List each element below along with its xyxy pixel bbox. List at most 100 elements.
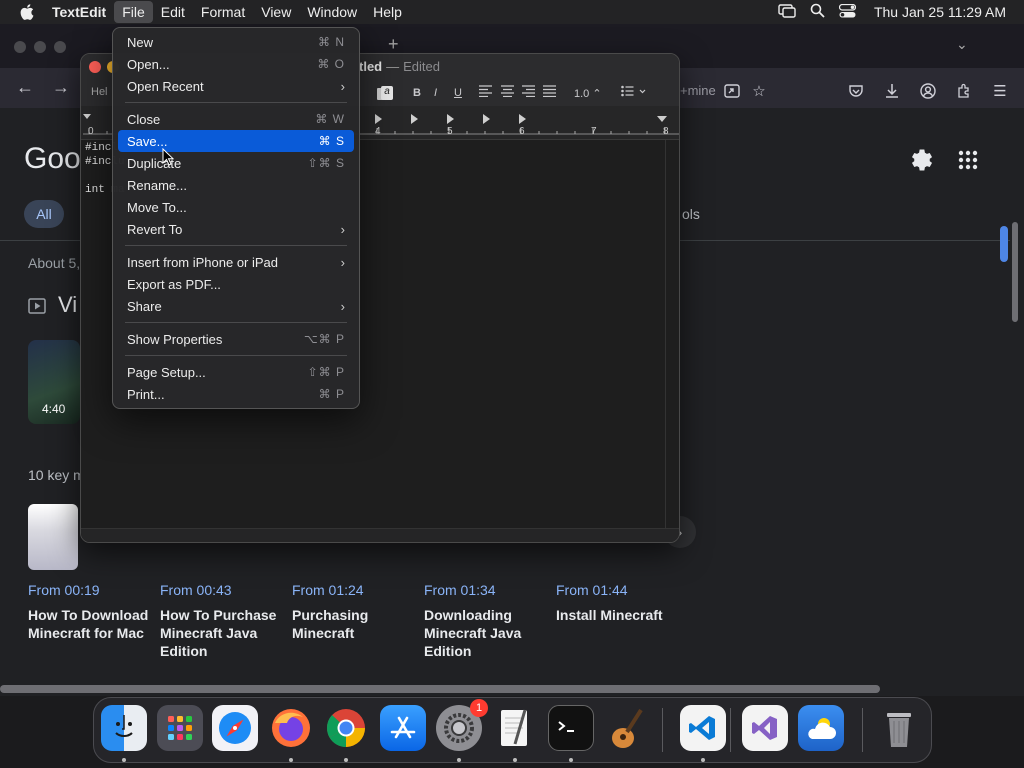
terminal-icon[interactable] bbox=[548, 705, 594, 751]
tab-list-chevron-icon[interactable]: ⌄ bbox=[956, 36, 968, 53]
vertical-scrollbar[interactable] bbox=[1012, 222, 1018, 322]
menu-item-insert-from-iphone[interactable]: Insert from iPhone or iPad › bbox=[118, 251, 354, 273]
menu-window[interactable]: Window bbox=[299, 1, 365, 23]
finder-icon[interactable] bbox=[101, 705, 147, 751]
menu-item-print[interactable]: Print... ⌘ P bbox=[118, 383, 354, 405]
menu-item-label: Revert To bbox=[127, 221, 183, 237]
horizontal-scrollbar[interactable] bbox=[0, 685, 880, 693]
launchpad-icon[interactable] bbox=[157, 705, 203, 751]
key-moment-item[interactable]: From 00:19 How To Download Minecraft for… bbox=[28, 582, 153, 642]
system-settings-icon[interactable]: 1 bbox=[436, 699, 488, 751]
menu-item-show-properties[interactable]: Show Properties ⌥⌘ P bbox=[118, 328, 354, 350]
menu-file[interactable]: File bbox=[114, 1, 153, 23]
font-family-popup[interactable]: Hel bbox=[91, 86, 108, 98]
screen-mirroring-icon[interactable] bbox=[778, 3, 796, 21]
vscode-icon[interactable] bbox=[680, 705, 726, 751]
menu-hamburger-icon[interactable]: ☰ bbox=[988, 79, 1012, 103]
tools-button[interactable]: ols bbox=[682, 206, 700, 222]
menu-view[interactable]: View bbox=[253, 1, 299, 23]
menu-item-shortcut: ⌘ N bbox=[318, 35, 345, 49]
submenu-chevron-icon: › bbox=[340, 254, 345, 270]
menu-item-move-to[interactable]: Move To... bbox=[118, 196, 354, 218]
menu-item-share[interactable]: Share › bbox=[118, 295, 354, 317]
key-moment-time: From 01:34 bbox=[424, 582, 496, 598]
align-center-icon[interactable] bbox=[501, 85, 514, 100]
bookmark-star-icon[interactable]: ☆ bbox=[747, 79, 771, 103]
key-moment-time: From 00:43 bbox=[160, 582, 232, 598]
textedit-icon[interactable] bbox=[492, 705, 538, 751]
control-center-icon[interactable] bbox=[838, 3, 857, 21]
align-right-icon[interactable] bbox=[522, 85, 535, 100]
align-left-icon[interactable] bbox=[479, 85, 492, 100]
safari-icon[interactable] bbox=[212, 705, 258, 751]
tab-stop-marker[interactable] bbox=[519, 114, 526, 124]
menu-item-rename[interactable]: Rename... bbox=[118, 174, 354, 196]
menu-item-save[interactable]: Save... ⌘ S bbox=[118, 130, 354, 152]
highlight-color-icon[interactable]: a bbox=[381, 86, 393, 100]
browser-close-button[interactable] bbox=[14, 41, 26, 53]
key-moment-item[interactable]: From 01:34 Downloading Minecraft Java Ed… bbox=[424, 582, 549, 660]
forward-arrow-icon[interactable]: → bbox=[52, 77, 70, 98]
menubar-clock[interactable]: Thu Jan 25 11:29 AM bbox=[874, 4, 1006, 20]
underline-button[interactable]: U bbox=[454, 87, 462, 99]
menu-help[interactable]: Help bbox=[365, 1, 410, 23]
chrome-icon[interactable] bbox=[323, 705, 369, 751]
menu-edit[interactable]: Edit bbox=[153, 1, 193, 23]
menu-item-open-recent[interactable]: Open Recent › bbox=[118, 75, 354, 97]
dock-separator bbox=[862, 708, 863, 752]
menu-item-duplicate[interactable]: Duplicate ⇧⌘ S bbox=[118, 152, 354, 174]
line-spacing-popup[interactable]: 1.0 ⌃ bbox=[574, 87, 602, 100]
spotlight-search-icon[interactable] bbox=[810, 3, 825, 21]
tab-stop-marker[interactable] bbox=[447, 114, 454, 124]
textedit-scrollbar[interactable] bbox=[665, 140, 679, 528]
firefox-icon[interactable] bbox=[268, 705, 314, 751]
menu-item-new[interactable]: New ⌘ N bbox=[118, 31, 354, 53]
running-indicator bbox=[344, 758, 348, 762]
menu-item-open[interactable]: Open... ⌘ O bbox=[118, 53, 354, 75]
side-panel-tab[interactable] bbox=[1000, 226, 1008, 262]
menu-item-export-pdf[interactable]: Export as PDF... bbox=[118, 273, 354, 295]
filter-all-tab[interactable]: All bbox=[24, 200, 64, 228]
menu-item-label: Page Setup... bbox=[127, 364, 206, 380]
garageband-icon[interactable] bbox=[604, 705, 650, 751]
menu-app-name[interactable]: TextEdit bbox=[44, 1, 114, 23]
settings-gear-icon[interactable] bbox=[908, 146, 936, 174]
menu-item-close[interactable]: Close ⌘ W bbox=[118, 108, 354, 130]
browser-zoom-button[interactable] bbox=[54, 41, 66, 53]
reader-view-icon[interactable] bbox=[720, 79, 744, 103]
tab-stop-marker[interactable] bbox=[483, 114, 490, 124]
menu-format[interactable]: Format bbox=[193, 1, 253, 23]
weather-icon[interactable] bbox=[798, 705, 844, 751]
extensions-icon[interactable] bbox=[952, 79, 976, 103]
back-arrow-icon[interactable]: ← bbox=[16, 77, 34, 98]
app-store-icon[interactable] bbox=[380, 705, 426, 751]
google-apps-grid-icon[interactable] bbox=[956, 148, 980, 172]
key-moment-item[interactable]: From 01:44 Install Minecraft bbox=[556, 582, 681, 624]
new-tab-plus-icon[interactable]: + bbox=[388, 34, 399, 55]
justify-icon[interactable] bbox=[543, 85, 556, 100]
menu-item-shortcut: ⌥⌘ P bbox=[303, 332, 345, 346]
bold-button[interactable]: B bbox=[413, 87, 421, 99]
menu-item-revert-to[interactable]: Revert To › bbox=[118, 218, 354, 240]
video-thumbnail[interactable]: 4:40 bbox=[28, 340, 80, 424]
tab-stop-marker[interactable] bbox=[411, 114, 418, 124]
apple-icon[interactable] bbox=[16, 0, 38, 24]
key-moment-item[interactable]: From 01:24 Purchasing Minecraft bbox=[292, 582, 417, 642]
address-bar-text[interactable]: +mine bbox=[680, 83, 724, 103]
key-moment-thumbnail[interactable] bbox=[28, 504, 78, 570]
key-moment-item[interactable]: From 00:43 How To Purchase Minecraft Jav… bbox=[160, 582, 285, 660]
textedit-close-button[interactable] bbox=[89, 61, 101, 73]
tab-stop-marker[interactable] bbox=[375, 114, 382, 124]
trash-icon[interactable] bbox=[876, 705, 922, 751]
key-moment-time: From 01:24 bbox=[292, 582, 364, 598]
list-bullets-icon[interactable] bbox=[621, 85, 647, 100]
visual-studio-icon[interactable] bbox=[742, 705, 788, 751]
menu-item-page-setup[interactable]: Page Setup... ⇧⌘ P bbox=[118, 361, 354, 383]
account-icon[interactable] bbox=[916, 79, 940, 103]
menu-item-label: Move To... bbox=[127, 199, 187, 215]
pocket-icon[interactable] bbox=[844, 79, 868, 103]
downloads-icon[interactable] bbox=[880, 79, 904, 103]
italic-button[interactable]: I bbox=[434, 87, 437, 99]
google-logo[interactable]: Goo bbox=[24, 142, 81, 176]
browser-minimize-button[interactable] bbox=[34, 41, 46, 53]
